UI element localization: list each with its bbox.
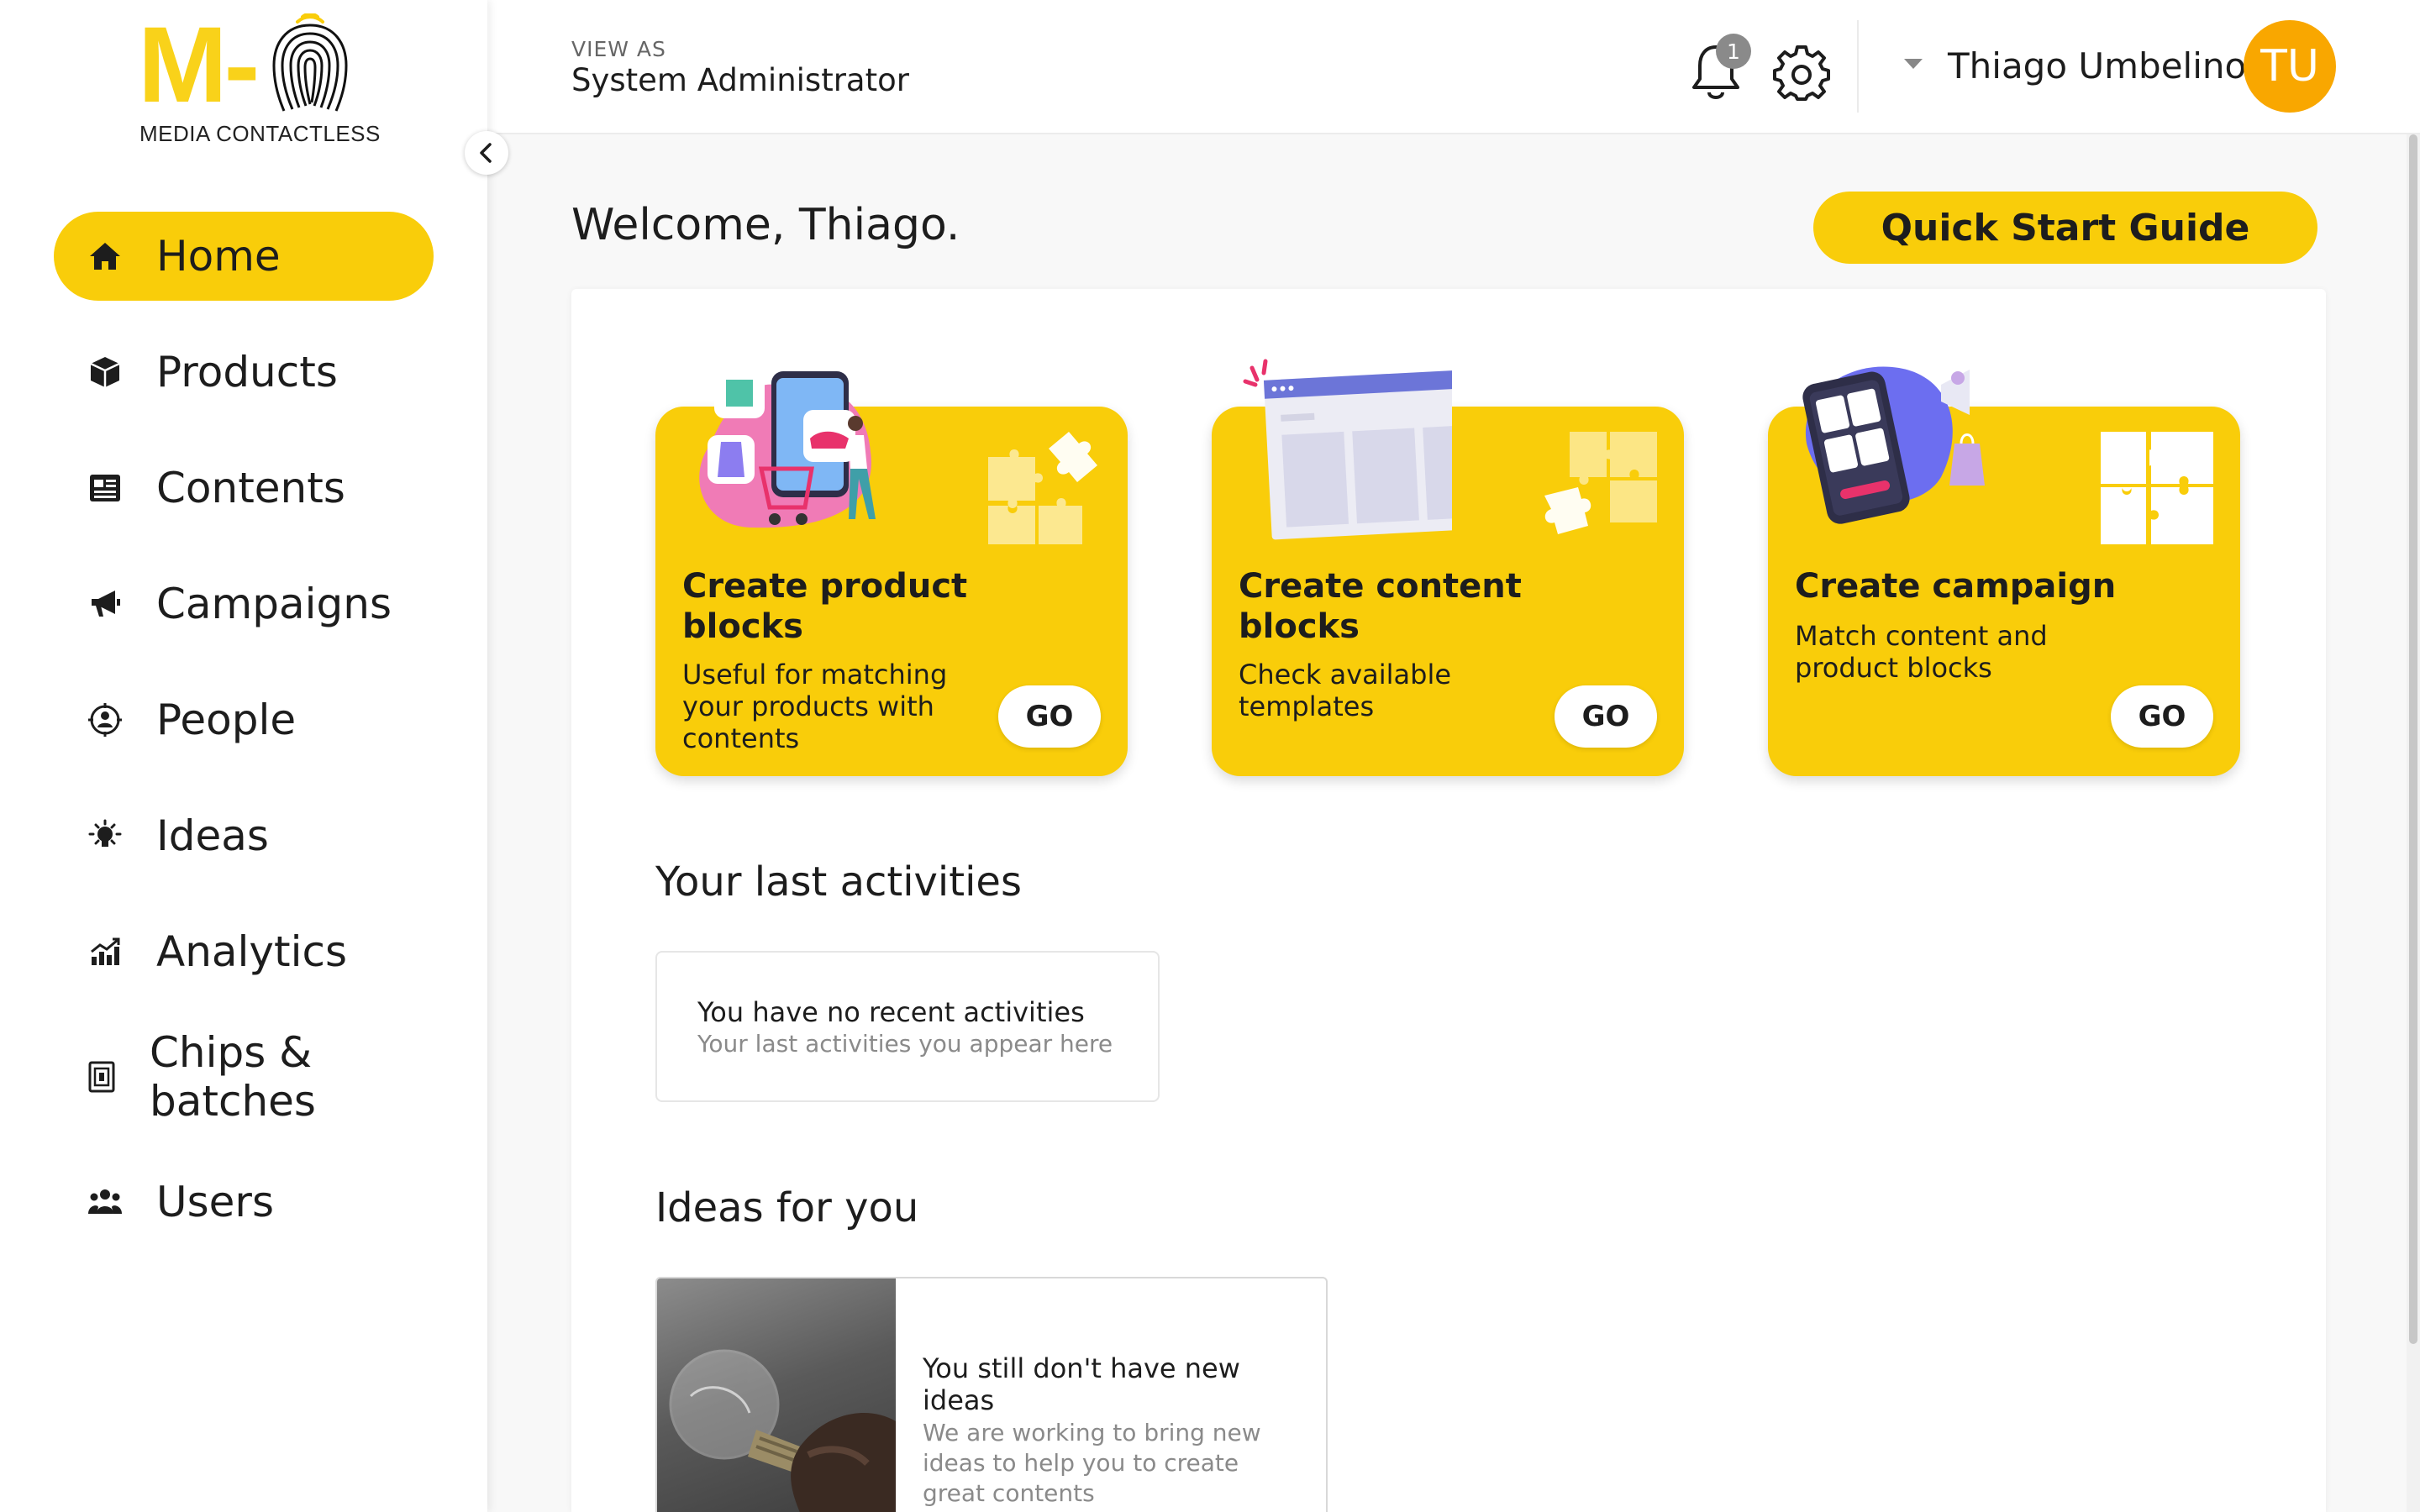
dashboard-panel: Create product blocks Useful for matchin… bbox=[571, 289, 2326, 1512]
lightbulb-photo bbox=[657, 1278, 896, 1512]
card-description: Useful for matching your products with c… bbox=[682, 659, 948, 754]
create-content-blocks-card[interactable]: Create content blocks Check available te… bbox=[1212, 359, 1684, 776]
card-description: Match content and product blocks bbox=[1795, 620, 2048, 684]
sidebar-item-label: Campaigns bbox=[156, 580, 392, 628]
chart-icon bbox=[87, 934, 123, 969]
scrollbar-thumb[interactable] bbox=[2409, 134, 2417, 1344]
activities-empty-subtitle: Your last activities you appear here bbox=[697, 1030, 1113, 1058]
logo-letters: M- bbox=[138, 5, 260, 125]
box-icon bbox=[87, 354, 123, 390]
campaign-illustration bbox=[1802, 366, 1985, 524]
go-button[interactable]: GO bbox=[1555, 685, 1657, 748]
fingerprint-icon bbox=[272, 13, 348, 112]
chip-icon bbox=[84, 1059, 119, 1095]
sidebar-item-users[interactable]: Users bbox=[54, 1158, 434, 1247]
card-description: Check available templates bbox=[1239, 659, 1452, 722]
home-icon bbox=[87, 239, 123, 274]
sidebar-item-home[interactable]: Home bbox=[54, 212, 434, 301]
avatar[interactable]: TU bbox=[2244, 20, 2336, 113]
sidebar-item-label: People bbox=[156, 696, 297, 744]
sidebar-collapse-button[interactable] bbox=[465, 131, 508, 175]
activities-empty-title: You have no recent activities bbox=[697, 996, 1085, 1028]
sidebar-item-label: Ideas bbox=[156, 811, 269, 860]
create-product-blocks-card[interactable]: Create product blocks Useful for matchin… bbox=[655, 368, 1128, 776]
chevron-left-icon bbox=[480, 143, 492, 163]
header-divider bbox=[1857, 20, 1859, 113]
ideas-empty-card[interactable]: You still don't have new ideas We are wo… bbox=[655, 1277, 1328, 1512]
ideas-empty-subtitle: We are working to bring new ideas to hel… bbox=[923, 1419, 1261, 1507]
view-as-label: VIEW AS bbox=[571, 37, 666, 61]
brand-logo[interactable]: M- MEDIA CONTACTLESS bbox=[134, 5, 380, 147]
user-name[interactable]: Thiago Umbelino bbox=[1948, 45, 2246, 87]
activities-empty-state: You have no recent activities Your last … bbox=[655, 951, 1160, 1102]
person-target-icon bbox=[87, 702, 123, 738]
main-scrollbar[interactable] bbox=[2407, 134, 2420, 1512]
puzzle-icon bbox=[988, 432, 1097, 544]
ideas-heading: Ideas for you bbox=[655, 1184, 919, 1231]
ideas-empty-text: You still don't have new ideas We are wo… bbox=[923, 1352, 1292, 1509]
sidebar-item-ideas[interactable]: Ideas bbox=[54, 791, 434, 880]
sidebar-item-label: Home bbox=[156, 232, 281, 281]
notification-badge: 1 bbox=[1716, 34, 1751, 69]
sidebar-item-label: Users bbox=[156, 1178, 275, 1226]
create-campaign-card[interactable]: Create campaign Match content and produc… bbox=[1768, 366, 2240, 776]
puzzle-icon bbox=[2101, 432, 2213, 544]
sidebar-item-contents[interactable]: Contents bbox=[54, 444, 434, 533]
sidebar-item-chips-batches[interactable]: Chips & batches bbox=[54, 1023, 434, 1131]
shopping-illustration bbox=[699, 368, 876, 528]
caret-down-icon[interactable] bbox=[1904, 59, 1923, 69]
card-title: Create content blocks bbox=[1239, 567, 1522, 646]
sidebar-item-products[interactable]: Products bbox=[54, 328, 434, 417]
go-button[interactable]: GO bbox=[2111, 685, 2213, 748]
sidebar-item-label: Analytics bbox=[156, 927, 348, 976]
puzzle-icon bbox=[1544, 432, 1657, 534]
ideas-empty-title: You still don't have new ideas bbox=[923, 1352, 1240, 1416]
logo-subtitle: MEDIA CONTACTLESS bbox=[139, 121, 381, 146]
sidebar: M- MEDIA CONTACTLESS Home Products Conte… bbox=[0, 0, 487, 1512]
gear-icon[interactable] bbox=[1773, 44, 1830, 101]
megaphone-icon bbox=[87, 586, 123, 622]
sidebar-item-label: Products bbox=[156, 348, 338, 396]
card-title: Create product blocks bbox=[682, 567, 968, 646]
card-title: Create campaign bbox=[1795, 567, 2117, 606]
template-illustration bbox=[1243, 359, 1452, 540]
welcome-heading: Welcome, Thiago. bbox=[571, 200, 960, 250]
top-header: VIEW AS System Administrator 1 Thiago Um… bbox=[487, 0, 2420, 134]
sidebar-item-label: Chips & batches bbox=[150, 1028, 316, 1126]
lightbulb-icon bbox=[87, 818, 123, 853]
quick-start-guide-button[interactable]: Quick Start Guide bbox=[1813, 192, 2317, 264]
sidebar-item-people[interactable]: People bbox=[54, 675, 434, 764]
activities-heading: Your last activities bbox=[655, 858, 1022, 906]
view-as-role[interactable]: System Administrator bbox=[571, 62, 909, 98]
sidebar-item-analytics[interactable]: Analytics bbox=[54, 907, 434, 996]
sidebar-item-campaigns[interactable]: Campaigns bbox=[54, 559, 434, 648]
go-button[interactable]: GO bbox=[998, 685, 1101, 748]
users-icon bbox=[87, 1184, 123, 1220]
sidebar-item-label: Contents bbox=[156, 464, 345, 512]
content-icon bbox=[87, 470, 123, 506]
sidebar-nav: Home Products Contents Campaigns People bbox=[54, 212, 434, 1273]
